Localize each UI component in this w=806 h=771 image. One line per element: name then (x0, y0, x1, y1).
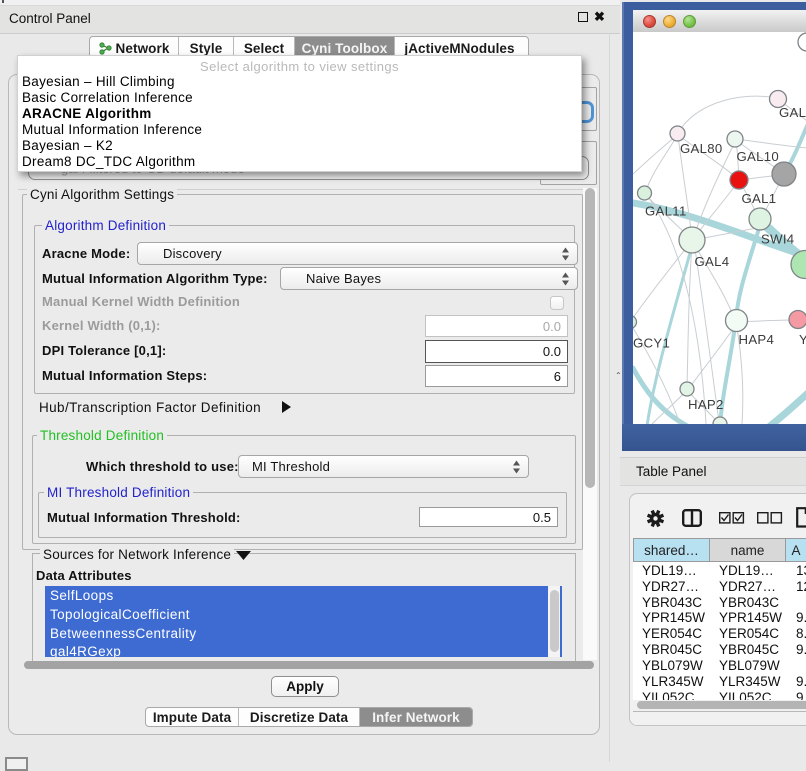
svg-text:GAL4: GAL4 (695, 254, 730, 269)
svg-text:Y: Y (799, 332, 806, 347)
svg-text:GAL7: GAL7 (779, 105, 806, 120)
svg-text:GAL80: GAL80 (680, 141, 723, 156)
svg-text:GCY1: GCY1 (633, 336, 670, 351)
svg-text:HAP2: HAP2 (688, 397, 724, 412)
svg-text:GAL11: GAL11 (645, 204, 687, 219)
svg-text:HAP4: HAP4 (739, 332, 775, 347)
svg-text:SWI4: SWI4 (761, 232, 794, 247)
svg-text:GAL1: GAL1 (742, 191, 777, 206)
svg-text:GAL10: GAL10 (737, 149, 780, 164)
